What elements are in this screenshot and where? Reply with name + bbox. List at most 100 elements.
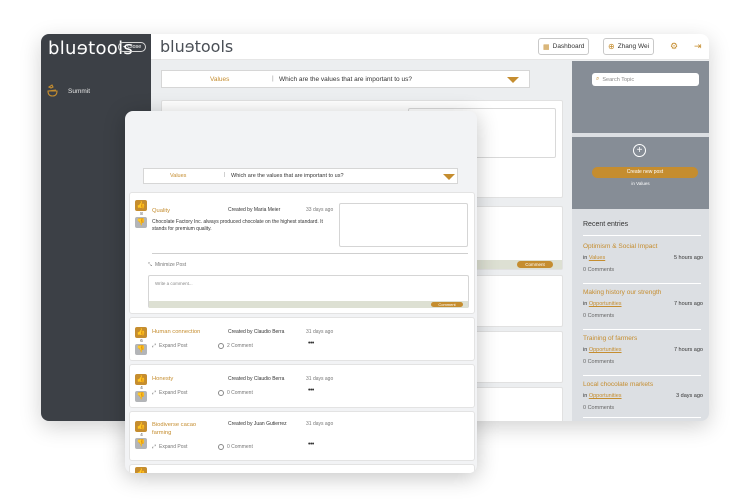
entry-prefix: in [583,255,588,261]
dashboard-button[interactable]: ▦ Dashboard [538,38,590,55]
user-menu-button[interactable]: ⊕ Zhang Wei [603,38,655,55]
entry-title[interactable]: Local chocolate markets [583,381,703,388]
entry-time: 7 hours ago [673,301,703,307]
comment-button[interactable]: Comment [517,261,553,268]
thumbs-down-icon[interactable]: 👎 [135,391,147,402]
topic-filter-select[interactable]: Values | Which are the values that are i… [143,168,458,184]
vote-control: 👍 6 👎 [135,327,148,355]
filter-category: Values [170,173,187,179]
search-icon: ⌕ [596,76,600,82]
entry-title[interactable]: Optimism & Social Impact [583,243,703,250]
comments-link[interactable]: 0 Comment [218,444,253,450]
comments-link[interactable]: 0 Comment [218,390,253,396]
right-panel: ⌕ Search Topic + Create new post in Valu… [572,61,709,421]
recent-entry[interactable]: Training of farmers in Opportunities 7 ho… [583,335,703,365]
comments-count: 0 Comment [227,444,253,450]
entry-prefix: in [583,393,588,399]
vote-control: 👍 4 👎 [135,421,148,449]
comments-count: 0 Comment [227,390,253,396]
entry-prefix: in [583,347,588,353]
dashboard-icon: ▦ [543,43,550,51]
comment-icon [218,444,224,450]
entry-comments: 0 Comments [583,313,615,319]
post-time: 31 days ago [306,421,334,427]
post-expanded: 👍 8 👎 Quality Created by Maria Meier 33 … [129,192,475,314]
user-name: Zhang Wei [617,43,650,50]
post-author: Created by Juan Gutierrez [228,421,287,427]
entry-comments: 0 Comments [583,405,615,411]
entry-prefix: in [583,301,588,307]
mountain-icon [47,84,58,99]
comments-count: 2 Comment [227,343,253,349]
entry-comments: 0 Comments [583,359,615,365]
expand-label: Expand Post [159,444,188,450]
entry-comments: 0 Comments [583,267,615,273]
filter-question: Which are the values that are important … [231,173,344,179]
post-collapsed: 👍 4 👎 Biodiverse cacao farming Created b… [129,411,475,461]
thumbs-down-icon[interactable]: 👎 [135,438,147,449]
minimize-icon: ⤡ [148,262,153,268]
post-collapsed: 👍 6 👎 Human connection Created by Claudi… [129,317,475,361]
search-input[interactable]: ⌕ Search Topic [592,73,699,86]
expand-post-button[interactable]: ⤢ Expand Post [152,390,187,396]
entry-category-link[interactable]: Values [589,255,605,261]
entry-title[interactable]: Training of farmers [583,335,703,342]
thumbs-up-icon[interactable]: 👍 [135,374,147,385]
post-title[interactable]: Honesty [152,376,173,382]
entry-category-link[interactable]: Opportunities [589,301,622,307]
comment-input[interactable]: Write a comment... [155,281,193,286]
recent-entry[interactable]: Making history our strength in Opportuni… [583,289,703,319]
thumbs-up-icon[interactable]: 👍 [135,421,147,432]
post-title[interactable]: Biodiverse cacao farming [152,421,212,437]
expand-icon: ⤢ [152,343,157,349]
divider [583,283,701,284]
top-bar: bluɘtools ▦ Dashboard ⊕ Zhang Wei ⚙ ⇥ [151,34,709,60]
filter-question: Which are the values that are important … [279,76,412,83]
more-options-icon[interactable]: ••• [308,441,314,448]
entry-category-link[interactable]: Opportunities [589,347,622,353]
entry-time: 7 hours ago [673,347,703,353]
post-title[interactable]: Human connection [152,329,200,335]
expand-post-button[interactable]: ⤢ Expand Post [152,343,187,349]
vote-control: 👍 4 👎 [135,374,148,402]
app-logo: bluɘtools [160,37,234,56]
post-title[interactable]: Quality [152,208,170,214]
comment-bar [149,301,468,308]
comment-button[interactable]: Comment [431,302,463,307]
post-collapsed: 👍 [129,464,475,473]
topic-filter-select[interactable]: Values | Which are the values that are i… [161,70,530,88]
divider [583,329,701,330]
recent-entry[interactable]: Optimism & Social Impact in Values 5 hour… [583,243,703,273]
chevron-down-icon [507,77,519,83]
minimize-post-button[interactable]: ⤡ Minimize Post [148,262,186,268]
filter-divider: | [224,172,226,178]
settings-gear-icon[interactable]: ⚙ [670,41,678,52]
thumbs-up-icon[interactable]: 👍 [135,467,147,473]
thumbs-up-icon[interactable]: 👍 [135,200,147,211]
thumbs-down-icon[interactable]: 👎 [135,217,147,228]
entry-title[interactable]: Making history our strength [583,289,703,296]
post-body: Chocolate Factory Inc. always produced c… [152,219,323,232]
comment-box: Write a comment... Comment [148,275,469,308]
divider [152,253,468,254]
more-options-icon[interactable]: ••• [308,340,314,347]
minimize-label: Minimize Post [155,262,187,268]
post-attachment-box[interactable] [339,203,468,247]
more-options-icon[interactable]: ••• [308,387,314,394]
search-placeholder: Search Topic [602,76,635,83]
plus-icon[interactable]: + [633,144,646,157]
comments-link[interactable]: 2 Comment [218,343,253,349]
thumbs-up-icon[interactable]: 👍 [135,327,147,338]
entry-category-link[interactable]: Opportunities [589,393,622,399]
expand-icon: ⤢ [152,390,157,396]
chevron-down-icon [443,174,455,180]
close-sidebar-button[interactable]: ◂ Close [118,42,147,52]
logout-icon[interactable]: ⇥ [694,41,702,52]
recent-entries-title: Recent entries [583,221,629,228]
thumbs-down-icon[interactable]: 👎 [135,344,147,355]
sidebar-item-summit[interactable]: Summit [47,84,90,99]
sidebar-item-label: Summit [68,88,91,95]
recent-entry[interactable]: Local chocolate markets in Opportunities… [583,381,703,411]
expand-post-button[interactable]: ⤢ Expand Post [152,444,187,450]
create-new-post-button[interactable]: Create new post [592,167,698,178]
